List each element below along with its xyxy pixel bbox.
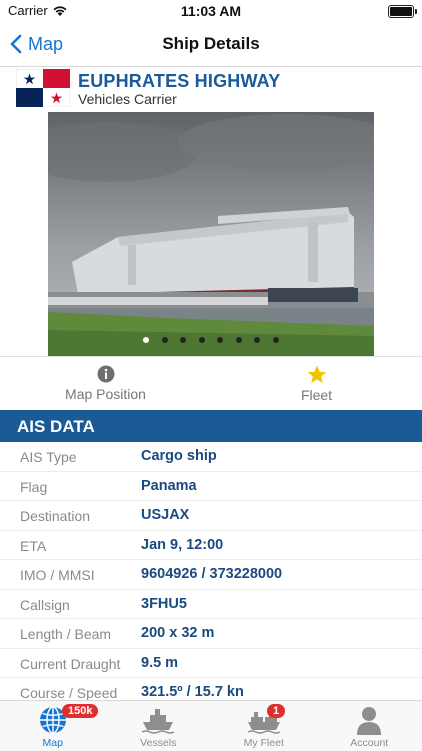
ais-section-header: AIS DATA — [0, 410, 422, 442]
page-dot[interactable] — [236, 337, 242, 343]
row-key: Course / Speed — [20, 685, 117, 701]
info-icon — [97, 365, 115, 383]
status-bar: Carrier 11:03 AM — [0, 0, 422, 22]
map-position-button[interactable]: Map Position — [0, 357, 211, 409]
ship-photo — [48, 112, 374, 356]
page-dot[interactable] — [217, 337, 223, 343]
tab-my-fleet[interactable]: 1 My Fleet — [211, 701, 317, 751]
row-value: Panama — [141, 478, 197, 494]
page-dot[interactable] — [199, 337, 205, 343]
fleet-label: Fleet — [301, 387, 332, 403]
tab-label: My Fleet — [244, 737, 284, 749]
tab-label: Map — [43, 737, 63, 749]
row-value: USJAX — [141, 507, 189, 523]
tab-label: Account — [350, 737, 388, 749]
page-dot[interactable] — [273, 337, 279, 343]
row-key: Length / Beam — [20, 626, 111, 642]
tab-vessels[interactable]: Vessels — [106, 701, 212, 751]
page-dot[interactable] — [254, 337, 260, 343]
tab-map[interactable]: 150k Map — [0, 701, 106, 751]
ais-row-length-beam: Length / Beam 200 x 32 m — [0, 619, 422, 649]
ship-header: EUPHRATES HIGHWAY Vehicles Carrier — [0, 67, 422, 112]
tab-account[interactable]: Account — [317, 701, 422, 751]
tab-label: Vessels — [140, 737, 176, 749]
row-value: 200 x 32 m — [141, 625, 214, 641]
gallery-page-indicator[interactable] — [48, 330, 374, 348]
panama-flag-icon — [16, 69, 70, 107]
ais-row-flag: Flag Panama — [0, 472, 422, 502]
map-position-label: Map Position — [65, 386, 146, 402]
ais-row-imo-mmsi: IMO / MMSI 9604926 / 373228000 — [0, 560, 422, 590]
map-count-badge: 150k — [62, 704, 98, 718]
person-icon — [355, 705, 383, 735]
fleet-button[interactable]: Fleet — [211, 357, 422, 409]
fleet-count-badge: 1 — [267, 704, 285, 718]
row-value: 9604926 / 373228000 — [141, 566, 282, 582]
row-value: Jan 9, 12:00 — [141, 537, 223, 553]
ais-row-eta: ETA Jan 9, 12:00 — [0, 531, 422, 561]
ais-row-callsign: Callsign 3FHU5 — [0, 590, 422, 620]
page-dot[interactable] — [143, 337, 149, 343]
battery-icon — [388, 5, 414, 18]
tab-bar: 150k Map Vessels 1 My Fleet — [0, 700, 422, 751]
ais-section-title: AIS DATA — [17, 417, 95, 437]
row-key: ETA — [20, 538, 46, 554]
row-key: Flag — [20, 479, 47, 495]
page-dot[interactable] — [162, 337, 168, 343]
row-key: Callsign — [20, 597, 70, 613]
ais-row-draught: Current Draught 9.5 m — [0, 649, 422, 679]
clock: 11:03 AM — [0, 3, 422, 19]
navigation-bar: Map Ship Details — [0, 22, 422, 67]
row-key: AIS Type — [20, 449, 77, 465]
ship-name: EUPHRATES HIGHWAY — [78, 71, 280, 92]
ais-row-type: AIS Type Cargo ship — [0, 442, 422, 472]
row-value: 321.5º / 15.7 kn — [141, 684, 244, 700]
row-value: Cargo ship — [141, 448, 217, 464]
row-value: 3FHU5 — [141, 596, 187, 612]
page-title: Ship Details — [0, 34, 422, 54]
ship-type: Vehicles Carrier — [78, 91, 177, 107]
star-icon — [307, 365, 327, 384]
ship-actions: Map Position Fleet — [0, 356, 422, 409]
ais-row-destination: Destination USJAX — [0, 501, 422, 531]
row-key: Current Draught — [20, 656, 120, 672]
ship-icon — [141, 705, 175, 735]
row-key: Destination — [20, 508, 90, 524]
row-key: IMO / MMSI — [20, 567, 95, 583]
row-value: 9.5 m — [141, 655, 178, 671]
ais-data-list: AIS Type Cargo ship Flag Panama Destinatio… — [0, 442, 422, 708]
page-dot[interactable] — [180, 337, 186, 343]
ship-photo-gallery[interactable] — [48, 112, 374, 356]
